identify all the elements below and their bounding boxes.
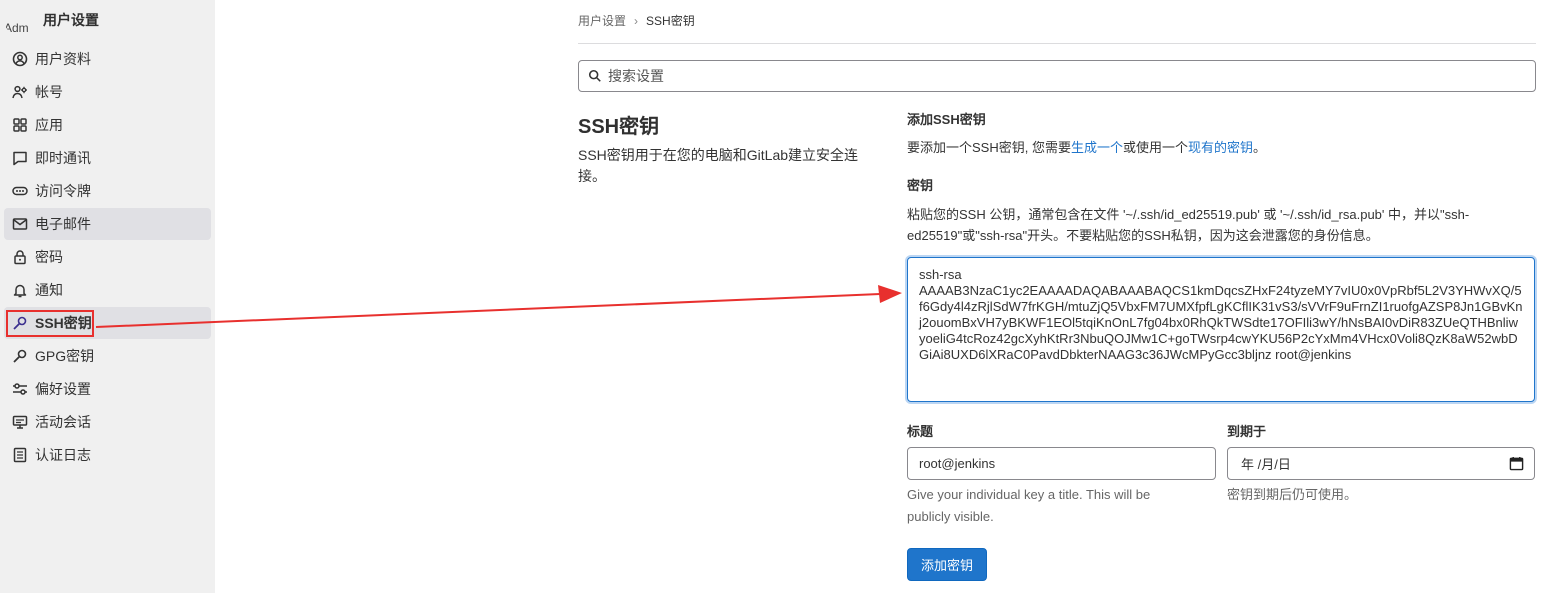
account-settings-icon xyxy=(11,83,29,101)
sidebar-item-access-tokens[interactable]: 访问令牌 xyxy=(4,175,211,207)
key-textarea[interactable]: ssh-rsa AAAAB3NzaC1yc2EAAAADAQABAAABAQCS… xyxy=(907,257,1535,402)
intro-text: 。 xyxy=(1253,140,1267,155)
bell-icon xyxy=(11,281,29,299)
avatar-alt-text: Adm xyxy=(4,21,29,35)
sidebar-item-applications[interactable]: 应用 xyxy=(4,109,211,141)
divider xyxy=(578,43,1536,44)
generate-key-link[interactable]: 生成一个 xyxy=(1071,140,1123,155)
sidebar-header: Adm 用户设置 xyxy=(4,5,99,35)
sidebar-item-label: 密码 xyxy=(35,249,63,265)
sidebar-item-label: 即时通讯 xyxy=(35,150,91,166)
expires-help-text: 密钥到期后仍可使用。 xyxy=(1227,487,1358,502)
title-label: 标题 xyxy=(907,424,934,439)
add-key-heading: 添加SSH密钥 xyxy=(907,112,986,127)
sidebar-item-label: 认证日志 xyxy=(35,447,91,463)
sidebar-item-label: 通知 xyxy=(35,282,63,298)
breadcrumb-current: SSH密钥 xyxy=(646,14,695,28)
key-help-line-1: 粘贴您的SSH 公钥，通常包含在文件 '~/.ssh/id_ed25519.pu… xyxy=(907,207,1470,222)
title-input-value: root@jenkins xyxy=(919,456,996,471)
sidebar-title: 用户设置 xyxy=(43,12,99,28)
token-icon xyxy=(11,182,29,200)
breadcrumb-parent[interactable]: 用户设置 xyxy=(578,12,626,29)
page-title: SSH密钥 xyxy=(578,116,660,138)
intro-text: 或使用一个 xyxy=(1122,140,1188,155)
key-icon xyxy=(11,347,29,365)
sidebar-item-active-sessions[interactable]: 活动会话 xyxy=(4,406,211,438)
preferences-icon xyxy=(11,380,29,398)
add-key-button[interactable]: 添加密钥 xyxy=(907,548,987,581)
sidebar-item-label: 应用 xyxy=(35,117,63,133)
expires-label: 到期于 xyxy=(1227,424,1267,439)
key-help-line-2: ed25519"或"ssh-rsa"开头。不要粘贴您的SSH私钥，因为这会泄露您… xyxy=(907,228,1379,243)
search-icon xyxy=(588,69,601,82)
sidebar: Adm 用户设置 用户资料 帐号 应用 即时通讯 访问令牌 电子邮件 密码 通知… xyxy=(0,0,215,593)
sidebar-item-label: 活动会话 xyxy=(35,414,91,430)
sidebar-item-preferences[interactable]: 偏好设置 xyxy=(4,373,211,405)
search-input[interactable] xyxy=(606,67,1510,85)
search-box xyxy=(578,60,1536,92)
monitor-icon xyxy=(11,413,29,431)
title-input[interactable]: root@jenkins xyxy=(907,447,1216,480)
sidebar-item-account[interactable]: 帐号 xyxy=(4,76,211,108)
sidebar-item-label: 访问令牌 xyxy=(35,183,91,199)
existing-key-link[interactable]: 现有的密钥 xyxy=(1188,140,1253,155)
expires-date-value: 年 /月/日 xyxy=(1241,457,1291,472)
breadcrumb: 用户设置 › SSH密钥 xyxy=(578,12,695,29)
intro-text: 要添加一个SSH密钥, 您需要 xyxy=(907,140,1071,155)
lock-icon xyxy=(11,248,29,266)
sidebar-item-label: 偏好设置 xyxy=(35,381,91,397)
sidebar-item-chat[interactable]: 即时通讯 xyxy=(4,142,211,174)
sidebar-item-auth-log[interactable]: 认证日志 xyxy=(4,439,211,471)
key-label: 密钥 xyxy=(907,178,934,193)
calendar-icon[interactable] xyxy=(1509,456,1524,471)
user-circle-icon xyxy=(11,50,29,68)
title-help-text: Give your individual key a title. This w… xyxy=(907,487,1151,524)
sidebar-item-label: 用户资料 xyxy=(35,51,91,67)
sidebar-item-emails[interactable]: 电子邮件 xyxy=(4,208,211,240)
sidebar-item-profile[interactable]: 用户资料 xyxy=(4,43,211,75)
section-description: SSH密钥用于在您的电脑和GitLab建立安全连接。 xyxy=(578,147,859,184)
sidebar-item-notifications[interactable]: 通知 xyxy=(4,274,211,306)
chevron-right-icon: › xyxy=(634,13,639,28)
chat-icon xyxy=(11,149,29,167)
expires-date-input[interactable]: 年 /月/日 xyxy=(1227,447,1535,480)
applications-grid-icon xyxy=(11,116,29,134)
avatar[interactable]: Adm xyxy=(4,5,34,35)
sidebar-item-password[interactable]: 密码 xyxy=(4,241,211,273)
log-icon xyxy=(11,446,29,464)
annotation-highlight-box xyxy=(6,310,94,337)
add-key-intro: 要添加一个SSH密钥, 您需要生成一个或使用一个现有的密钥。 xyxy=(907,137,1266,156)
sidebar-item-label: 电子邮件 xyxy=(35,216,91,232)
sidebar-item-gpg-keys[interactable]: GPG密钥 xyxy=(4,340,211,372)
sidebar-item-label: 帐号 xyxy=(35,84,63,100)
mail-icon xyxy=(11,215,29,233)
sidebar-item-label: GPG密钥 xyxy=(35,348,95,364)
